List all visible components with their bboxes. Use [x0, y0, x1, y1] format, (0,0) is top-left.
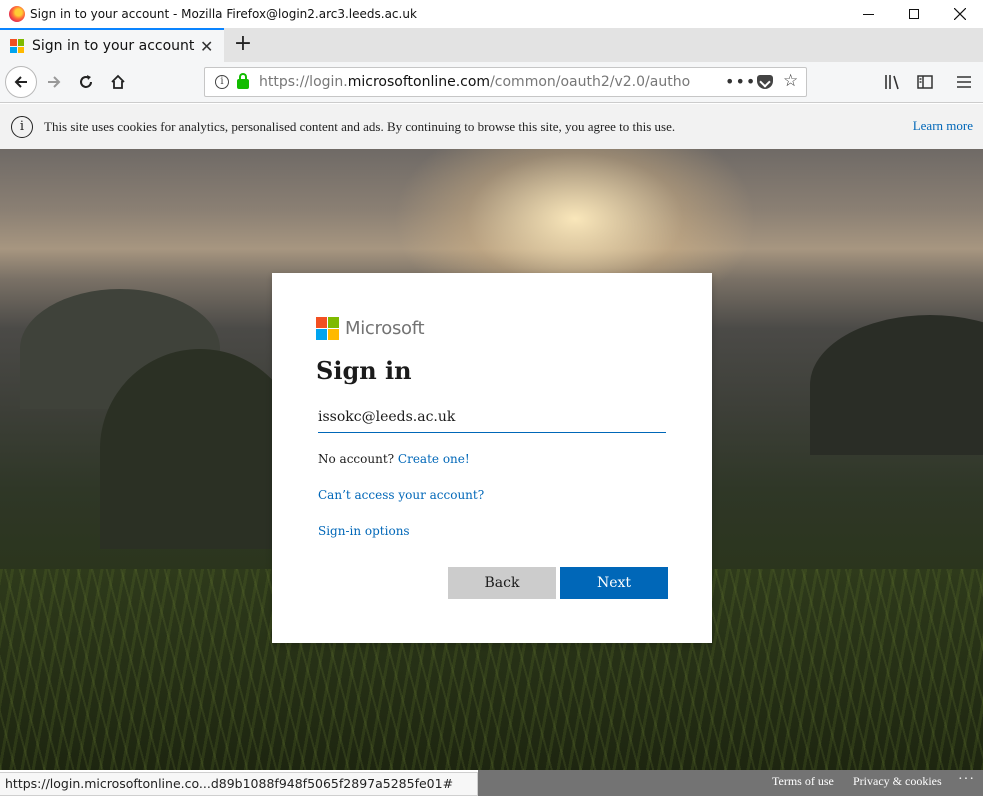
site-info-icon[interactable]: i	[215, 75, 229, 89]
window-title: Sign in to your account - Mozilla Firefo…	[30, 7, 417, 21]
back-button[interactable]	[5, 66, 37, 98]
window-titlebar: Sign in to your account - Mozilla Firefo…	[0, 0, 983, 28]
next-button[interactable]: Next	[560, 567, 668, 599]
back-arrow-icon	[14, 76, 27, 88]
learn-more-link[interactable]: Learn more	[913, 118, 973, 134]
more-options-icon[interactable]: ···	[958, 772, 975, 788]
cookie-banner: i This site uses cookies for analytics, …	[0, 104, 983, 149]
microsoft-favicon-icon	[10, 39, 24, 53]
hamburger-menu-icon	[957, 76, 971, 88]
microsoft-squares-icon	[316, 317, 339, 340]
sidebar-button[interactable]	[913, 70, 937, 94]
library-button[interactable]	[881, 70, 905, 94]
navigation-toolbar: i https://login.microsoftonline.com/comm…	[0, 62, 983, 103]
privacy-cookies-link[interactable]: Privacy & cookies	[853, 774, 942, 789]
sign-in-card: Microsoft Sign in No account? Create one…	[272, 273, 712, 643]
page-actions-menu-icon[interactable]: •••	[725, 72, 756, 91]
sign-in-heading: Sign in	[316, 356, 412, 385]
tab-title: Sign in to your account	[32, 38, 195, 54]
sidebar-icon	[917, 75, 933, 89]
reload-button[interactable]	[70, 66, 102, 98]
status-bar-url: https://login.microsoftonline.co...d89b1…	[0, 772, 478, 796]
firefox-logo-icon	[9, 6, 25, 22]
tab-close-icon[interactable]: ✕	[200, 37, 213, 56]
cant-access-account-link[interactable]: Can’t access your account?	[318, 488, 484, 502]
hamburger-menu-button[interactable]	[952, 70, 976, 94]
minimize-button[interactable]	[845, 0, 891, 28]
url-text[interactable]: https://login.microsoftonline.com/common…	[259, 74, 691, 90]
email-field[interactable]	[318, 401, 666, 433]
sign-in-options-link[interactable]: Sign-in options	[318, 524, 410, 538]
background-hill	[100, 349, 300, 549]
library-icon	[885, 75, 899, 90]
no-account-row: No account? Create one!	[318, 452, 470, 466]
close-window-button[interactable]	[937, 0, 983, 28]
maximize-icon	[909, 9, 919, 19]
cookie-banner-text: This site uses cookies for analytics, pe…	[44, 118, 676, 134]
home-button[interactable]	[102, 66, 134, 98]
tab-strip: Sign in to your account ✕ +	[0, 28, 983, 62]
background-hill	[810, 315, 983, 455]
forward-arrow-icon	[48, 76, 61, 88]
terms-of-use-link[interactable]: Terms of use	[772, 774, 834, 789]
lock-icon	[237, 73, 249, 89]
close-icon	[954, 8, 966, 20]
url-bar[interactable]: i https://login.microsoftonline.com/comm…	[204, 67, 807, 97]
bookmark-star-icon[interactable]: ☆	[783, 71, 798, 91]
minimize-icon	[862, 13, 874, 15]
maximize-button[interactable]	[891, 0, 937, 28]
page-footer: Terms of use Privacy & cookies ···	[478, 770, 983, 796]
home-icon	[111, 74, 125, 89]
forward-button[interactable]	[38, 66, 70, 98]
tab-sign-in[interactable]: Sign in to your account ✕	[0, 28, 224, 62]
microsoft-wordmark: Microsoft	[345, 318, 425, 339]
new-tab-button[interactable]: +	[230, 31, 256, 57]
back-button[interactable]: Back	[448, 567, 556, 599]
pocket-icon[interactable]	[757, 75, 773, 89]
info-icon: i	[11, 115, 33, 138]
no-account-label: No account?	[318, 452, 395, 466]
reload-icon	[80, 75, 92, 88]
create-account-link[interactable]: Create one!	[398, 452, 470, 466]
microsoft-logo: Microsoft	[316, 317, 425, 340]
